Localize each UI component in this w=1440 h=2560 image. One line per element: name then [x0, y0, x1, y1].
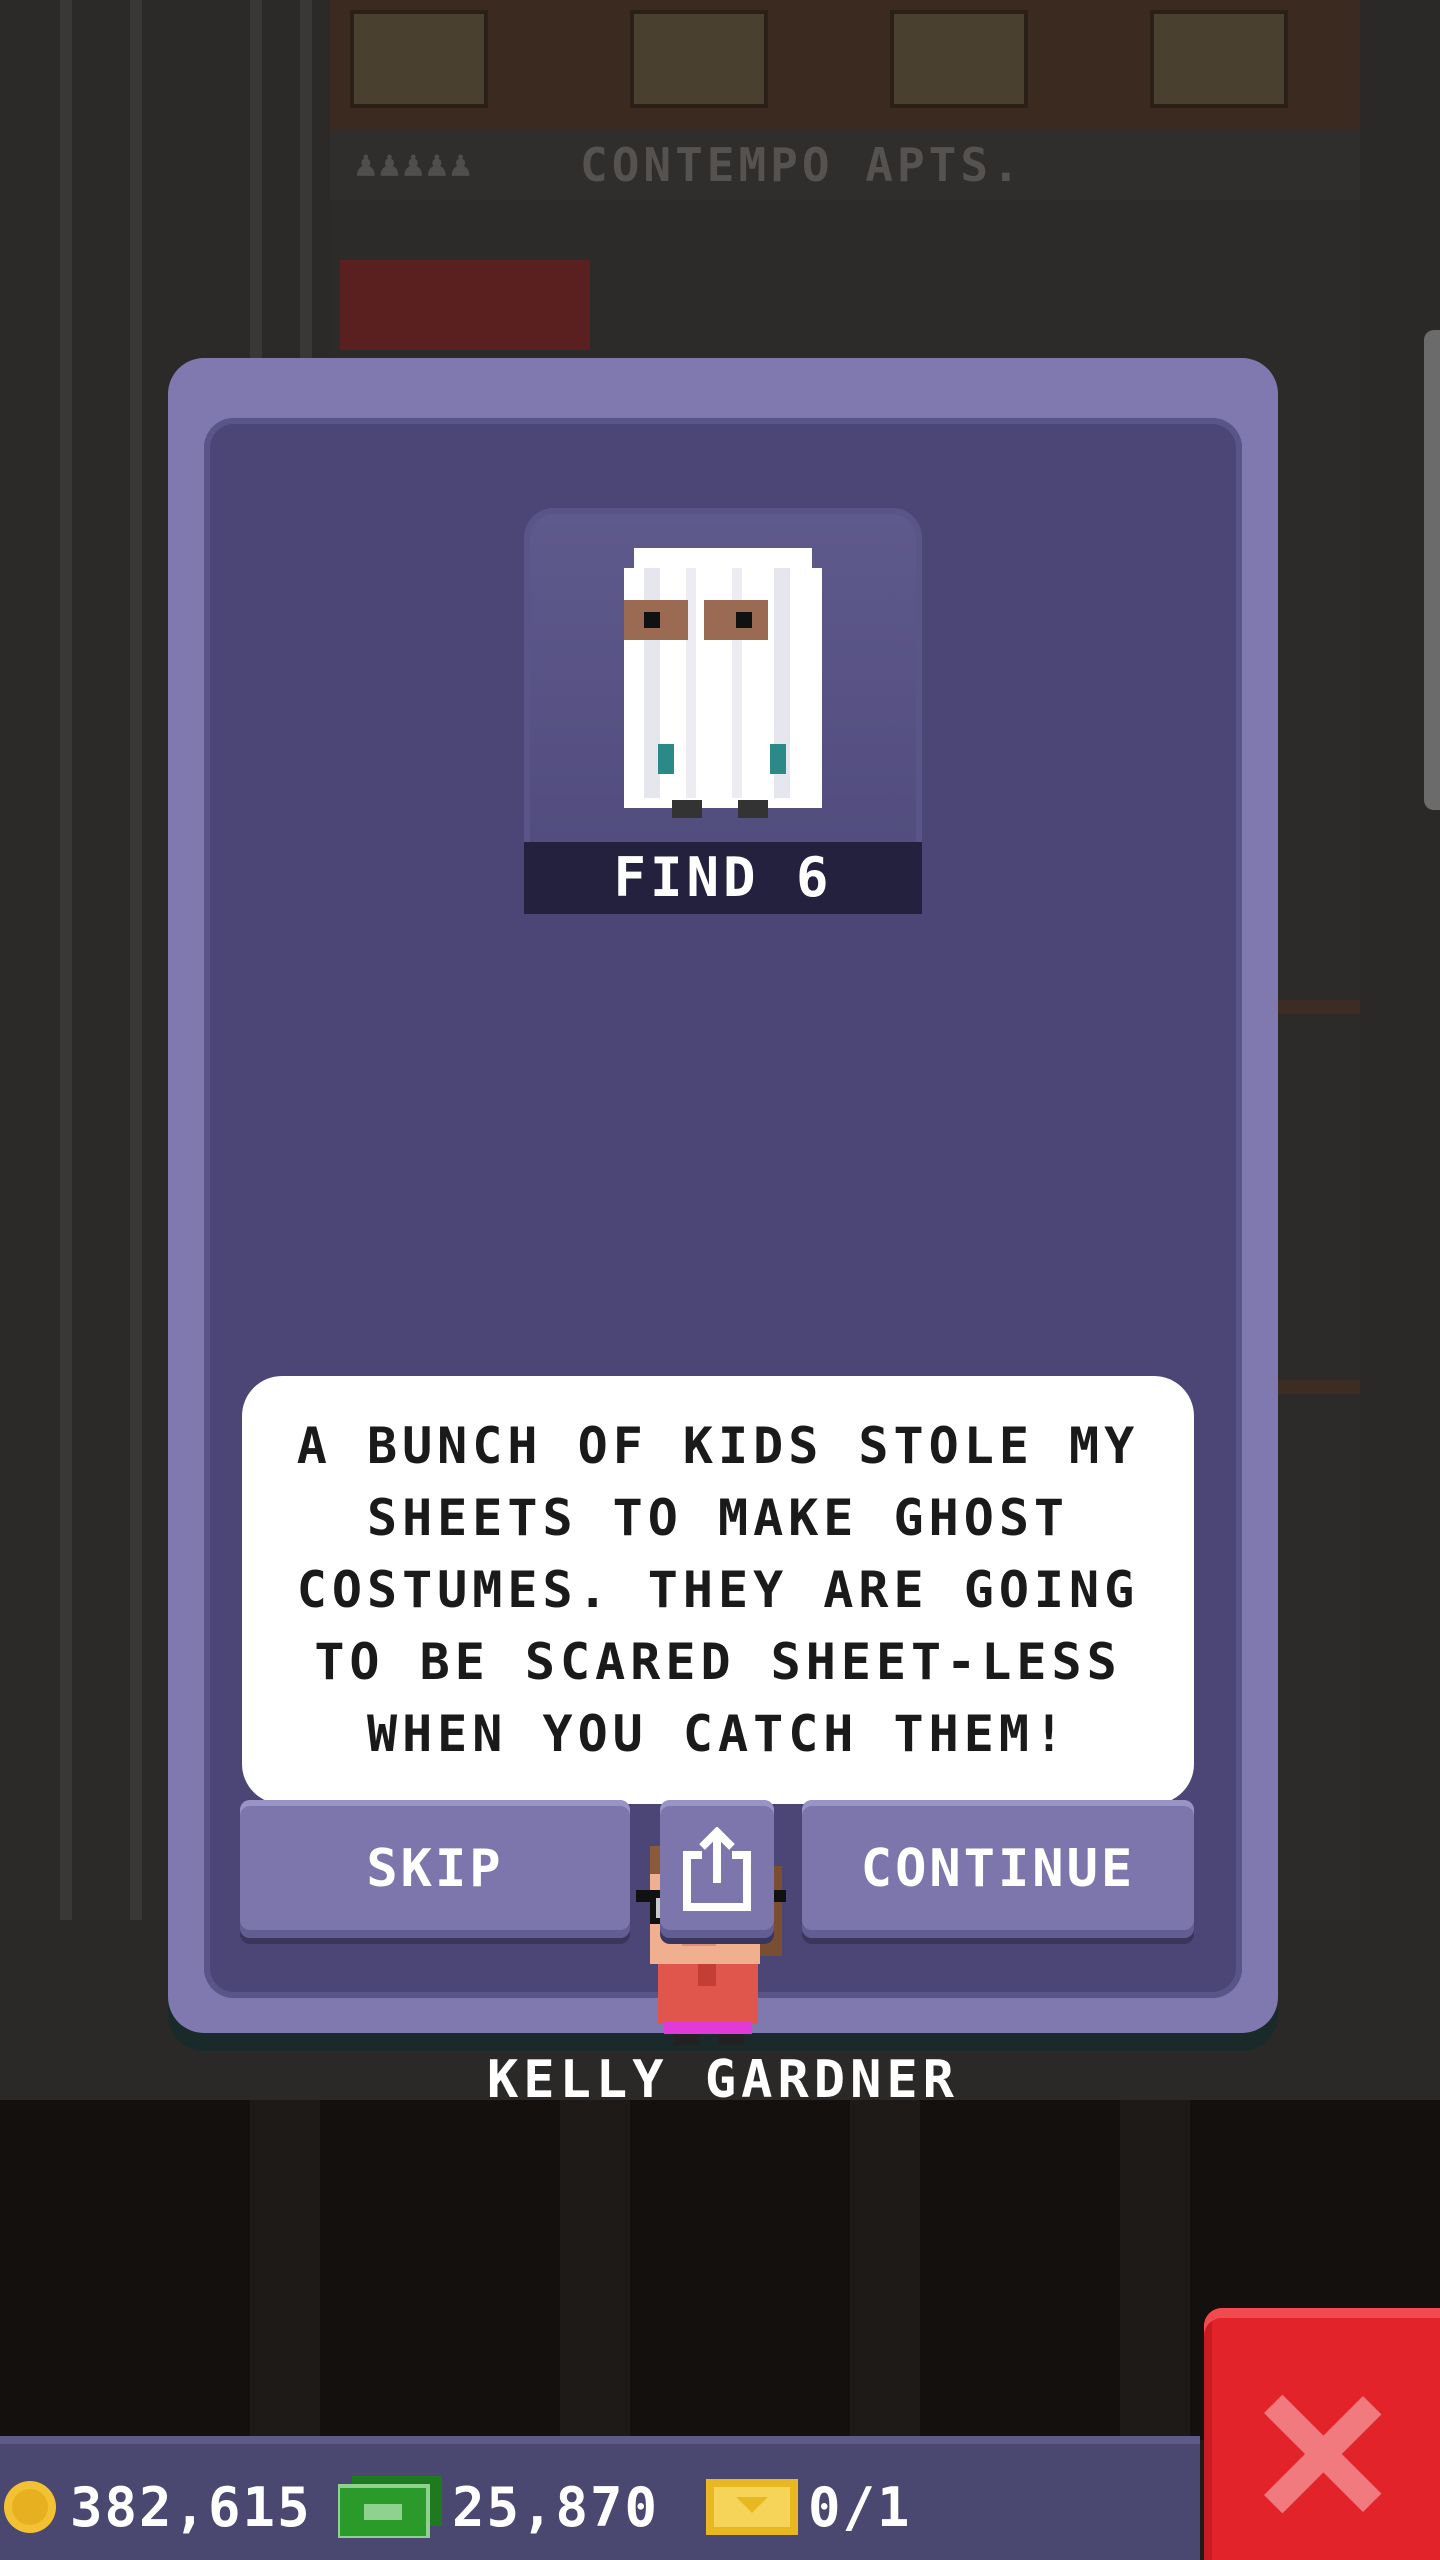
mission-message: A BUNCH OF KIDS STOLE MY SHEETS TO MAKE … — [296, 1417, 1140, 1763]
mission-panel: FIND 6 A BUNCH OF KIDS STOLE MY SHEETS T… — [204, 418, 1242, 2110]
coin-counter: 382,615 — [0, 2472, 312, 2542]
residents-icon: ♟♟♟♟♟ — [355, 144, 474, 185]
golden-ticket-icon — [706, 2479, 798, 2535]
ghost-kid-icon — [624, 548, 822, 818]
mission-dialog: FIND 6 A BUNCH OF KIDS STOLE MY SHEETS T… — [168, 358, 1278, 2110]
continue-button[interactable]: CONTINUE — [802, 1800, 1194, 1938]
speech-bubble: A BUNCH OF KIDS STOLE MY SHEETS TO MAKE … — [242, 1376, 1194, 1804]
close-button[interactable] — [1204, 2308, 1440, 2560]
close-icon — [1264, 2394, 1382, 2514]
coin-count: 382,615 — [70, 2475, 312, 2539]
share-icon — [683, 1827, 751, 1911]
cash-count: 25,870 — [452, 2475, 660, 2539]
ticket-counter: 0/1 — [706, 2472, 912, 2542]
right-wall — [1360, 0, 1440, 1920]
floor-sign: ♟♟♟♟♟ CONTEMPO APTS. — [330, 130, 1360, 200]
ticket-count: 0/1 — [808, 2475, 912, 2539]
cash-icon — [338, 2476, 442, 2538]
building-sign-label: CONTEMPO APTS. — [580, 138, 1024, 192]
skip-button[interactable]: SKIP — [240, 1800, 630, 1938]
currency-bar: 382,615 25,870 0/1 — [0, 2436, 1200, 2560]
character-name: KELLY GARDNER — [487, 2050, 959, 2110]
cash-counter: 25,870 — [338, 2472, 659, 2542]
share-button[interactable] — [660, 1800, 774, 1938]
floor-top — [330, 0, 1360, 130]
coin-icon — [4, 2481, 56, 2533]
find-count-label: FIND 6 — [524, 842, 922, 914]
side-drawer-tab[interactable] — [1424, 330, 1440, 810]
